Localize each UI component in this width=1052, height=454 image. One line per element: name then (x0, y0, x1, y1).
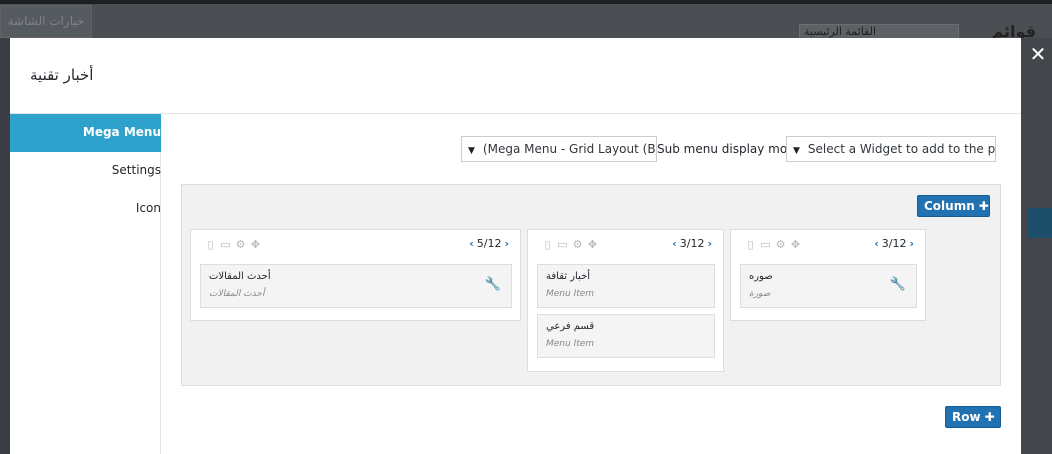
sidebar-item-settings[interactable]: Settings (10, 152, 161, 190)
mobile-icon[interactable]: ▯ (203, 238, 218, 251)
grid-column: ▯ ▭ ⚙ ✥ ‹ 3/12 › صوره صورة 🔧 (730, 229, 926, 321)
mega-menu-grid: Column ✚ ▯ ▭ ⚙ ✥ ‹ 5/12 › أحدث المقالات أحدث ا… (181, 184, 1001, 386)
grid-column: ▯ ▭ ⚙ ✥ ‹ 5/12 › أحدث المقالات أحدث المقالات … (190, 229, 521, 321)
screen-options-tab: خيارات الشاشة (0, 5, 92, 38)
mega-menu-content: ▼ (Mega Menu - Grid Layout (Beta Sub menu… (162, 114, 1021, 454)
mobile-icon[interactable]: ▯ (743, 238, 758, 251)
column-header: ▯ ▭ ⚙ ✥ ‹ 5/12 › (191, 230, 520, 258)
column-item[interactable]: أحدث المقالات أحدث المقالات 🔧 (200, 264, 512, 308)
add-column-button[interactable]: Column ✚ (917, 195, 990, 217)
item-type: Menu Item (546, 289, 595, 299)
modal-sidebar: Mega Menu Settings Icon (10, 114, 161, 454)
column-item[interactable]: صوره صورة 🔧 (740, 264, 917, 308)
admin-background-right (1021, 38, 1052, 454)
sidebar-item-icon[interactable]: Icon (10, 190, 161, 228)
plus-icon: ✚ (984, 410, 995, 424)
chevron-right-icon[interactable]: › (906, 237, 917, 250)
move-icon[interactable]: ✥ (585, 238, 600, 251)
add-column-label: Column (924, 199, 975, 213)
move-icon[interactable]: ✥ (788, 238, 803, 251)
column-toolbar: ▯ ▭ ⚙ ✥ (203, 238, 263, 251)
gear-icon[interactable]: ⚙ (233, 238, 248, 251)
grid-column: ▯ ▭ ⚙ ✥ ‹ 3/12 › أخبار ثقافة Menu Item قسم فر… (527, 229, 724, 372)
close-icon[interactable]: ✕ (1029, 44, 1047, 64)
desktop-icon[interactable]: ▭ (555, 238, 570, 251)
move-icon[interactable]: ✥ (248, 238, 263, 251)
add-row-label: Row (952, 410, 981, 424)
column-item[interactable]: قسم فرعي Menu Item (537, 314, 715, 358)
chevron-right-icon[interactable]: › (501, 237, 512, 250)
item-type: Menu Item (546, 339, 595, 349)
item-title: أخبار ثقافة (546, 271, 591, 282)
mobile-icon[interactable]: ▯ (540, 238, 555, 251)
column-size-value: 3/12 (679, 237, 705, 250)
chevron-down-icon: ▼ (468, 146, 475, 156)
column-toolbar: ▯ ▭ ⚙ ✥ (743, 238, 803, 251)
modal-title: أخبار تقنية (30, 66, 94, 84)
mega-menu-modal: أخبار تقنية Mega Menu Settings Icon ▼ (Me… (10, 38, 1021, 454)
chevron-left-icon[interactable]: ‹ (871, 237, 882, 250)
add-row-button[interactable]: Row ✚ (945, 406, 1001, 428)
widget-select-value: Select a Widget to add to the panel (807, 142, 996, 156)
column-size: ‹ 3/12 › (669, 237, 715, 250)
gear-icon[interactable]: ⚙ (570, 238, 585, 251)
sidebar-item-mega-menu[interactable]: Mega Menu (10, 114, 161, 152)
column-header: ▯ ▭ ⚙ ✥ ‹ 3/12 › (528, 230, 723, 258)
desktop-icon[interactable]: ▭ (758, 238, 773, 251)
column-item[interactable]: أخبار ثقافة Menu Item (537, 264, 715, 308)
item-type: صورة (749, 289, 771, 299)
item-title: صوره (749, 271, 773, 282)
column-size-value: 3/12 (881, 237, 907, 250)
item-type: أحدث المقالات (209, 289, 265, 299)
modal-header: أخبار تقنية (10, 38, 1021, 114)
chevron-left-icon[interactable]: ‹ (669, 237, 680, 250)
admin-background-accent (1028, 208, 1052, 238)
display-mode-value: (Mega Menu - Grid Layout (Beta (482, 142, 657, 156)
chevron-down-icon: ▼ (793, 146, 800, 156)
wrench-icon[interactable]: 🔧 (890, 277, 906, 292)
chevron-left-icon[interactable]: ‹ (466, 237, 477, 250)
column-size: ‹ 3/12 › (871, 237, 917, 250)
plus-icon: ✚ (978, 199, 989, 213)
display-mode-select[interactable]: ▼ (Mega Menu - Grid Layout (Beta (461, 136, 657, 162)
column-size: ‹ 5/12 › (466, 237, 512, 250)
widget-select[interactable]: ▼ Select a Widget to add to the panel (786, 136, 996, 162)
item-title: قسم فرعي (546, 321, 595, 332)
column-header: ▯ ▭ ⚙ ✥ ‹ 3/12 › (731, 230, 925, 258)
gear-icon[interactable]: ⚙ (773, 238, 788, 251)
item-title: أحدث المقالات (209, 271, 271, 282)
column-toolbar: ▯ ▭ ⚙ ✥ (540, 238, 600, 251)
admin-toolbar (0, 0, 1052, 4)
desktop-icon[interactable]: ▭ (218, 238, 233, 251)
wrench-icon[interactable]: 🔧 (485, 277, 501, 292)
display-mode-label: Sub menu display mode (657, 142, 803, 156)
column-size-value: 5/12 (476, 237, 502, 250)
chevron-right-icon[interactable]: › (704, 237, 715, 250)
